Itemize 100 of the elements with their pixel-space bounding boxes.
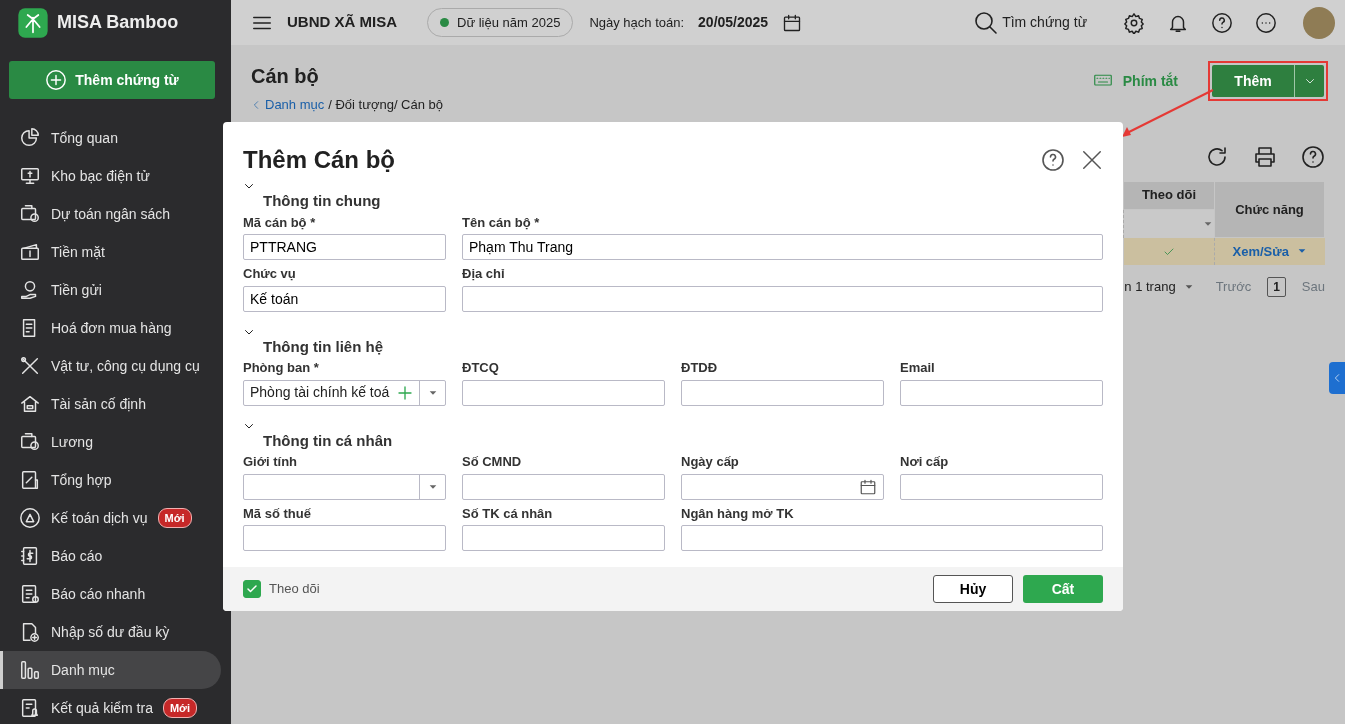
- sidebar-item[interactable]: Vật tư, công cụ dụng cụ: [0, 347, 221, 385]
- calculator-coin-icon: [19, 431, 41, 453]
- sidebar-item[interactable]: Lương: [0, 423, 221, 461]
- field-label: Phòng ban *: [243, 359, 320, 377]
- pie-chart-icon: [19, 127, 41, 149]
- breadcrumb-link[interactable]: Danh mục: [251, 95, 325, 115]
- sidebar-item[interactable]: Báo cáo nhanh: [0, 575, 221, 613]
- input-field[interactable]: PTTRANG: [243, 234, 446, 260]
- chevron-left-icon: [251, 99, 261, 110]
- column-header[interactable]: Theo dõi: [1123, 181, 1215, 209]
- close-icon[interactable]: [1081, 149, 1103, 171]
- field-label: Giới tính: [243, 453, 298, 471]
- field-label: Mã cán bộ *: [243, 213, 317, 232]
- input-field[interactable]: [900, 379, 1103, 406]
- filter-field[interactable]: [1123, 209, 1215, 238]
- settings-icon[interactable]: [1123, 11, 1145, 34]
- bamboo-logo-icon: [17, 6, 49, 39]
- dropdown-field[interactable]: [243, 473, 446, 500]
- avatar[interactable]: [1303, 6, 1335, 39]
- page-number[interactable]: 1: [1267, 276, 1286, 297]
- input-field[interactable]: [243, 525, 446, 551]
- calendar-icon[interactable]: [859, 477, 877, 496]
- input-field[interactable]: [462, 285, 1103, 312]
- calendar-icon[interactable]: [782, 12, 803, 33]
- field-label: ĐTDĐ: [681, 359, 719, 377]
- sidebar-item[interactable]: Tiền gửi: [0, 271, 221, 309]
- field-label: Email: [900, 359, 936, 377]
- monitor-icon: [19, 165, 41, 187]
- add-button[interactable]: Thêm: [1212, 65, 1294, 97]
- date-label: Ngày hạch toán:: [589, 13, 685, 32]
- input-field[interactable]: [681, 379, 884, 406]
- field-label: Tên cán bộ *: [462, 213, 541, 232]
- input-field[interactable]: [900, 473, 1103, 500]
- tools-icon: [19, 355, 41, 377]
- cancel-button[interactable]: Hủy: [933, 575, 1013, 603]
- plus-circle-icon: [45, 69, 68, 91]
- field-label: Ngân hàng mở TK: [681, 504, 795, 523]
- sidebar-item[interactable]: Kho bạc điện tử: [0, 157, 221, 195]
- banknote-icon: [19, 241, 41, 263]
- section-title: Thông tin liên hệ: [262, 336, 384, 357]
- new-badge: Mới: [162, 697, 197, 719]
- section-title: Thông tin cá nhân: [262, 430, 394, 451]
- help-icon[interactable]: [1211, 11, 1233, 34]
- house-icon: [19, 393, 41, 415]
- sidebar-item[interactable]: Nhập số dư đầu kỳ: [0, 613, 221, 651]
- input-field[interactable]: Kế toán: [243, 285, 446, 312]
- field-label: Ngày cấp: [681, 453, 740, 471]
- section-title: Thông tin chung: [262, 191, 382, 211]
- breadcrumb-path: / Đối tượng/ Cán bộ: [328, 96, 444, 114]
- page-size-selector[interactable]: n 1 trang: [1124, 276, 1194, 297]
- calculator-coin-icon: [19, 203, 41, 225]
- sidebar-item[interactable]: Tài sản cố định: [0, 385, 221, 423]
- field-label: Nơi cấp: [900, 453, 950, 471]
- input-field[interactable]: [462, 525, 665, 551]
- input-field[interactable]: [462, 379, 665, 406]
- date-field[interactable]: [681, 473, 884, 500]
- document-icon: [19, 583, 41, 605]
- menu-label: Kế toán dịch vụ: [51, 508, 148, 528]
- sidebar-item[interactable]: Kết quả kiểm tra Mới: [0, 689, 221, 724]
- field-label: ĐTCQ: [462, 359, 500, 377]
- check-icon: [246, 583, 258, 595]
- field-label: Số TK cá nhân: [462, 504, 554, 523]
- sidebar-item[interactable]: Tổng hợp: [0, 461, 221, 499]
- checkbox-label: Theo dõi: [269, 580, 320, 599]
- sidebar-item[interactable]: Dự toán ngân sách: [0, 195, 221, 233]
- add-document-button[interactable]: Thêm chứng từ: [9, 61, 215, 99]
- column-header[interactable]: Chức năng: [1214, 181, 1325, 238]
- input-field[interactable]: Phạm Thu Trang: [462, 234, 1103, 260]
- refresh-icon[interactable]: [1205, 144, 1229, 169]
- dropdown-button[interactable]: [1294, 65, 1324, 97]
- triangle-circle-icon: [19, 507, 41, 529]
- dialog-title: Thêm Cán bộ: [243, 145, 396, 175]
- sidebar-item[interactable]: Tổng quan: [0, 119, 221, 157]
- sidebar-item[interactable]: Tiền mặt: [0, 233, 221, 271]
- date-value: 20/05/2025: [698, 13, 769, 32]
- bar-chart-icon: [19, 659, 41, 681]
- sidebar-item[interactable]: Báo cáo: [0, 537, 221, 575]
- view-edit-link[interactable]: Xem/Sửa: [1232, 241, 1307, 261]
- more-icon[interactable]: [1255, 11, 1277, 34]
- help-icon[interactable]: [1041, 148, 1065, 172]
- help-icon[interactable]: [1301, 144, 1325, 169]
- percent-document-icon: [19, 469, 41, 491]
- sidebar-item[interactable]: Hoá đơn mua hàng: [0, 309, 221, 347]
- menu-label: Kết quả kiểm tra: [51, 698, 153, 718]
- printer-icon[interactable]: [1253, 144, 1277, 169]
- document-bell-icon: [19, 697, 41, 719]
- search-button[interactable]: Tìm chứng từ: [974, 10, 1087, 35]
- checkbox[interactable]: [243, 580, 261, 598]
- sidebar-item[interactable]: Kế toán dịch vụ Mới: [0, 499, 221, 537]
- organization-name: UBND XÃ MISA: [287, 12, 397, 33]
- dropdown-field[interactable]: Phòng tài chính kế toá: [243, 379, 446, 406]
- sidebar-item[interactable]: Danh mục: [0, 651, 221, 689]
- input-field[interactable]: [462, 473, 665, 500]
- field-label: Số CMND: [462, 453, 523, 471]
- field-label: Chức vụ: [243, 265, 297, 283]
- new-badge: Mới: [157, 507, 192, 529]
- plus-icon[interactable]: [397, 384, 413, 401]
- input-field[interactable]: [681, 525, 1103, 551]
- collapse-tab[interactable]: [1329, 362, 1345, 394]
- search-icon: [974, 10, 999, 35]
